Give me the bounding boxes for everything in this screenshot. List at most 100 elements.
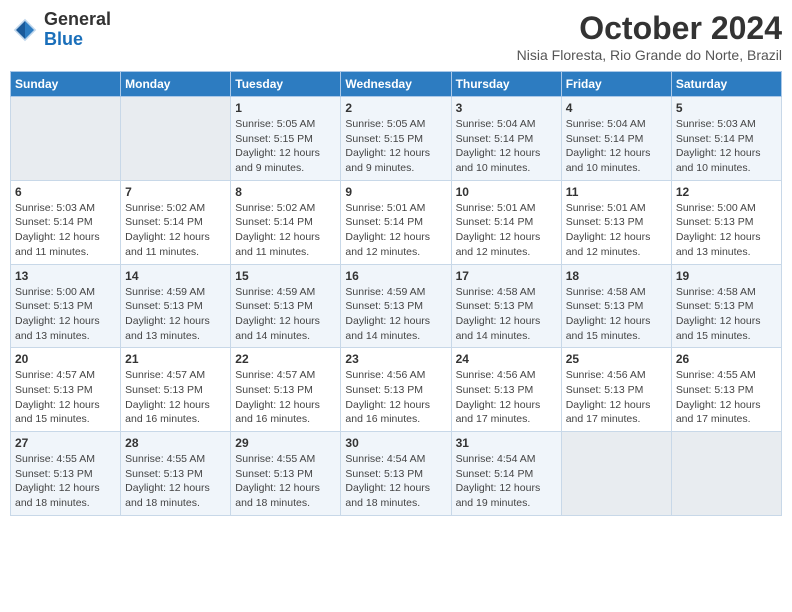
day-number: 4 bbox=[566, 101, 667, 115]
day-cell: 2Sunrise: 5:05 AM Sunset: 5:15 PM Daylig… bbox=[341, 97, 451, 181]
day-number: 13 bbox=[15, 269, 116, 283]
day-cell: 18 Sunrise: 4:58 AM Sunset: 5:13 PM Dayli… bbox=[561, 264, 671, 348]
day-number: 9 bbox=[345, 185, 446, 199]
day-cell: 5 Sunrise: 5:03 AM Sunset: 5:14 PM Daylig… bbox=[671, 97, 781, 181]
day-cell: 29 Sunrise: 4:55 AM Sunset: 5:13 PM Dayli… bbox=[231, 432, 341, 516]
day-number: 14 bbox=[125, 269, 226, 283]
day-number: 18 bbox=[566, 269, 667, 283]
day-cell: 25 Sunrise: 4:56 AM Sunset: 5:13 PM Dayli… bbox=[561, 348, 671, 432]
day-cell: 15 Sunrise: 4:59 AM Sunset: 5:13 PM Dayli… bbox=[231, 264, 341, 348]
day-number: 19 bbox=[676, 269, 777, 283]
day-detail: Sunrise: 4:58 AM Sunset: 5:13 PM Dayligh… bbox=[456, 285, 557, 344]
day-detail: Sunrise: 4:56 AM Sunset: 5:13 PM Dayligh… bbox=[566, 368, 667, 427]
week-row-5: 27Sunrise: 4:55 AM Sunset: 5:13 PM Dayli… bbox=[11, 432, 782, 516]
day-cell: 9 Sunrise: 5:01 AM Sunset: 5:14 PM Daylig… bbox=[341, 180, 451, 264]
day-detail: Sunrise: 5:03 AM Sunset: 5:14 PM Dayligh… bbox=[676, 117, 777, 176]
week-row-4: 20 Sunrise: 4:57 AM Sunset: 5:13 PM Dayli… bbox=[11, 348, 782, 432]
week-row-3: 13 Sunrise: 5:00 AM Sunset: 5:13 PM Dayli… bbox=[11, 264, 782, 348]
day-number: 15 bbox=[235, 269, 336, 283]
day-detail: Sunrise: 4:56 AM Sunset: 5:13 PM Dayligh… bbox=[345, 368, 446, 427]
day-detail: Sunrise: 4:55 AM Sunset: 5:13 PM Dayligh… bbox=[235, 452, 336, 511]
week-row-2: 6Sunrise: 5:03 AM Sunset: 5:14 PM Daylig… bbox=[11, 180, 782, 264]
day-number: 24 bbox=[456, 352, 557, 366]
logo: General Blue bbox=[10, 10, 111, 50]
day-cell bbox=[671, 432, 781, 516]
day-number: 23 bbox=[345, 352, 446, 366]
calendar-table: SundayMondayTuesdayWednesdayThursdayFrid… bbox=[10, 71, 782, 516]
day-cell: 7 Sunrise: 5:02 AM Sunset: 5:14 PM Daylig… bbox=[121, 180, 231, 264]
day-number: 25 bbox=[566, 352, 667, 366]
title-block: October 2024 Nisia Floresta, Rio Grande … bbox=[517, 10, 782, 63]
day-number: 28 bbox=[125, 436, 226, 450]
day-detail: Sunrise: 5:01 AM Sunset: 5:13 PM Dayligh… bbox=[566, 201, 667, 260]
day-cell: 17 Sunrise: 4:58 AM Sunset: 5:13 PM Dayli… bbox=[451, 264, 561, 348]
day-detail: Sunrise: 4:54 AM Sunset: 5:14 PM Dayligh… bbox=[456, 452, 557, 511]
day-cell: 10 Sunrise: 5:01 AM Sunset: 5:14 PM Dayli… bbox=[451, 180, 561, 264]
day-detail: Sunrise: 5:00 AM Sunset: 5:13 PM Dayligh… bbox=[15, 285, 116, 344]
day-number: 26 bbox=[676, 352, 777, 366]
page-subtitle: Nisia Floresta, Rio Grande do Norte, Bra… bbox=[517, 47, 782, 63]
day-detail: Sunrise: 5:01 AM Sunset: 5:14 PM Dayligh… bbox=[456, 201, 557, 260]
day-detail: Sunrise: 4:55 AM Sunset: 5:13 PM Dayligh… bbox=[125, 452, 226, 511]
page-title: October 2024 bbox=[517, 10, 782, 47]
day-number: 30 bbox=[345, 436, 446, 450]
day-detail: Sunrise: 5:02 AM Sunset: 5:14 PM Dayligh… bbox=[235, 201, 336, 260]
day-number: 21 bbox=[125, 352, 226, 366]
day-detail: Sunrise: 4:55 AM Sunset: 5:13 PM Dayligh… bbox=[676, 368, 777, 427]
day-cell: 12Sunrise: 5:00 AM Sunset: 5:13 PM Dayli… bbox=[671, 180, 781, 264]
day-number: 31 bbox=[456, 436, 557, 450]
day-detail: Sunrise: 4:54 AM Sunset: 5:13 PM Dayligh… bbox=[345, 452, 446, 511]
day-cell: 23 Sunrise: 4:56 AM Sunset: 5:13 PM Dayli… bbox=[341, 348, 451, 432]
day-detail: Sunrise: 4:58 AM Sunset: 5:13 PM Dayligh… bbox=[676, 285, 777, 344]
day-cell: 21 Sunrise: 4:57 AM Sunset: 5:13 PM Dayli… bbox=[121, 348, 231, 432]
day-detail: Sunrise: 5:00 AM Sunset: 5:13 PM Dayligh… bbox=[676, 201, 777, 260]
day-detail: Sunrise: 5:01 AM Sunset: 5:14 PM Dayligh… bbox=[345, 201, 446, 260]
day-detail: Sunrise: 5:05 AM Sunset: 5:15 PM Dayligh… bbox=[235, 117, 336, 176]
day-cell bbox=[561, 432, 671, 516]
day-number: 29 bbox=[235, 436, 336, 450]
day-cell: 3Sunrise: 5:04 AM Sunset: 5:14 PM Daylig… bbox=[451, 97, 561, 181]
calendar-header: SundayMondayTuesdayWednesdayThursdayFrid… bbox=[11, 72, 782, 97]
calendar-body: 1Sunrise: 5:05 AM Sunset: 5:15 PM Daylig… bbox=[11, 97, 782, 516]
day-detail: Sunrise: 5:03 AM Sunset: 5:14 PM Dayligh… bbox=[15, 201, 116, 260]
day-number: 17 bbox=[456, 269, 557, 283]
column-header-tuesday: Tuesday bbox=[231, 72, 341, 97]
day-cell: 27Sunrise: 4:55 AM Sunset: 5:13 PM Dayli… bbox=[11, 432, 121, 516]
day-detail: Sunrise: 4:58 AM Sunset: 5:13 PM Dayligh… bbox=[566, 285, 667, 344]
day-number: 7 bbox=[125, 185, 226, 199]
column-header-sunday: Sunday bbox=[11, 72, 121, 97]
day-detail: Sunrise: 4:55 AM Sunset: 5:13 PM Dayligh… bbox=[15, 452, 116, 511]
column-header-wednesday: Wednesday bbox=[341, 72, 451, 97]
logo-text: General Blue bbox=[44, 10, 111, 50]
day-cell: 20 Sunrise: 4:57 AM Sunset: 5:13 PM Dayli… bbox=[11, 348, 121, 432]
day-detail: Sunrise: 5:02 AM Sunset: 5:14 PM Dayligh… bbox=[125, 201, 226, 260]
day-number: 5 bbox=[676, 101, 777, 115]
day-cell: 8Sunrise: 5:02 AM Sunset: 5:14 PM Daylig… bbox=[231, 180, 341, 264]
day-number: 11 bbox=[566, 185, 667, 199]
day-detail: Sunrise: 4:57 AM Sunset: 5:13 PM Dayligh… bbox=[15, 368, 116, 427]
page-header: General Blue October 2024 Nisia Floresta… bbox=[10, 10, 782, 63]
day-number: 20 bbox=[15, 352, 116, 366]
week-row-1: 1Sunrise: 5:05 AM Sunset: 5:15 PM Daylig… bbox=[11, 97, 782, 181]
day-cell: 13 Sunrise: 5:00 AM Sunset: 5:13 PM Dayli… bbox=[11, 264, 121, 348]
logo-icon bbox=[10, 15, 40, 45]
day-number: 10 bbox=[456, 185, 557, 199]
header-row: SundayMondayTuesdayWednesdayThursdayFrid… bbox=[11, 72, 782, 97]
day-cell: 4 Sunrise: 5:04 AM Sunset: 5:14 PM Daylig… bbox=[561, 97, 671, 181]
day-detail: Sunrise: 4:56 AM Sunset: 5:13 PM Dayligh… bbox=[456, 368, 557, 427]
day-detail: Sunrise: 4:57 AM Sunset: 5:13 PM Dayligh… bbox=[125, 368, 226, 427]
day-cell: 6Sunrise: 5:03 AM Sunset: 5:14 PM Daylig… bbox=[11, 180, 121, 264]
column-header-thursday: Thursday bbox=[451, 72, 561, 97]
day-detail: Sunrise: 5:04 AM Sunset: 5:14 PM Dayligh… bbox=[456, 117, 557, 176]
day-detail: Sunrise: 4:59 AM Sunset: 5:13 PM Dayligh… bbox=[235, 285, 336, 344]
column-header-friday: Friday bbox=[561, 72, 671, 97]
day-detail: Sunrise: 5:04 AM Sunset: 5:14 PM Dayligh… bbox=[566, 117, 667, 176]
day-cell: 22Sunrise: 4:57 AM Sunset: 5:13 PM Dayli… bbox=[231, 348, 341, 432]
day-cell: 31 Sunrise: 4:54 AM Sunset: 5:14 PM Dayli… bbox=[451, 432, 561, 516]
day-number: 2 bbox=[345, 101, 446, 115]
day-cell bbox=[121, 97, 231, 181]
day-cell: 1Sunrise: 5:05 AM Sunset: 5:15 PM Daylig… bbox=[231, 97, 341, 181]
day-detail: Sunrise: 4:59 AM Sunset: 5:13 PM Dayligh… bbox=[345, 285, 446, 344]
day-cell: 11 Sunrise: 5:01 AM Sunset: 5:13 PM Dayli… bbox=[561, 180, 671, 264]
day-cell: 30 Sunrise: 4:54 AM Sunset: 5:13 PM Dayli… bbox=[341, 432, 451, 516]
